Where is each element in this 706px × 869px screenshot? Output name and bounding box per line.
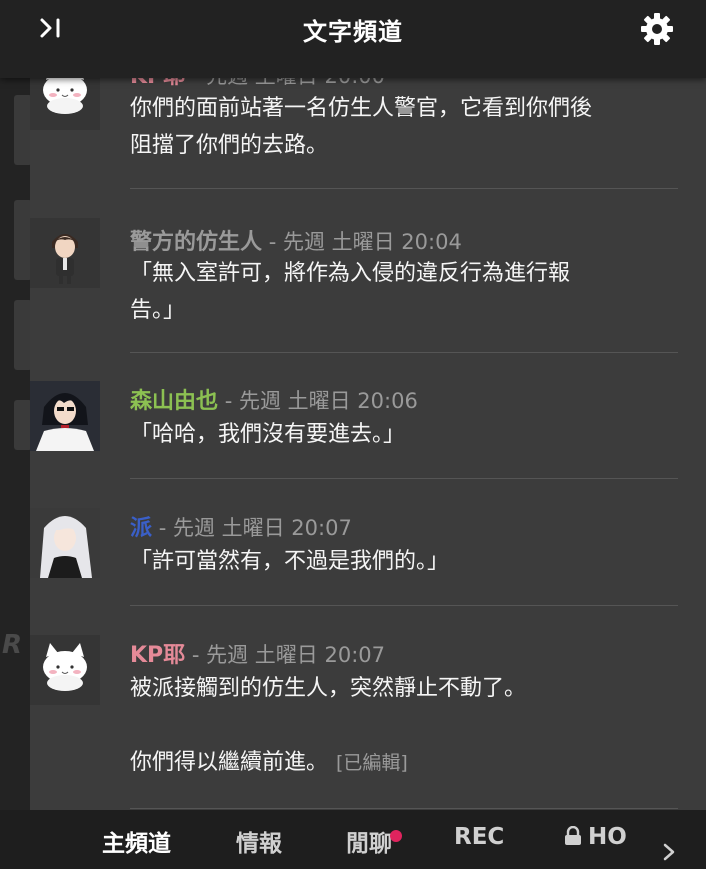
android-officer-avatar-icon [52, 234, 78, 284]
gear-icon [641, 13, 673, 45]
message-line: 阻擋了你們的去路。 [130, 133, 329, 158]
avatar[interactable] [30, 381, 100, 451]
message-line: 告。」 [130, 298, 186, 323]
message-line: 你們的面前站著一名仿生人警官，它看到你們後 [130, 96, 593, 121]
meta-separator: - [218, 389, 239, 413]
chevron-right-icon [663, 843, 675, 861]
meta-separator: - [185, 643, 207, 667]
message-divider [130, 188, 678, 189]
lock-icon [565, 825, 581, 845]
message-meta: 森山由也 - 先週 土曜日 20:06 [130, 383, 418, 415]
message-list[interactable]: KP耶 - 先週 土曜日 20:00 你們的面前站著一名仿生人警官，它看到你們後… [30, 60, 706, 810]
message-divider [130, 808, 678, 809]
timestamp: 先週 土曜日 20:04 [282, 230, 462, 254]
tab-main-channel[interactable]: 主頻道 [102, 824, 171, 858]
tab-info[interactable]: 情報 [236, 824, 282, 858]
tab-rec[interactable]: REC [454, 824, 504, 850]
background-watermark: R [2, 630, 23, 660]
white-cat-avatar-icon [43, 643, 87, 691]
channel-header: 文字頻道 [0, 0, 706, 78]
message-divider [130, 478, 678, 479]
channel-tab-bar: 主頻道 情報 閒聊 REC HO [0, 810, 706, 869]
meta-separator: - [262, 230, 283, 254]
message-line: 你們得以繼續前進。 [130, 750, 329, 775]
message-meta: 派 - 先週 土曜日 20:07 [130, 510, 352, 542]
author-name[interactable]: KP耶 [130, 643, 185, 668]
avatar[interactable] [30, 508, 100, 578]
page-title: 文字頻道 [303, 18, 403, 46]
edited-marker: [已編輯] [336, 752, 408, 774]
message-body: 「許可當然有，不過是我們的。」 [130, 543, 676, 580]
avatar[interactable] [30, 635, 100, 705]
timestamp: 先週 土曜日 20:07 [206, 643, 385, 667]
message-body: 「哈哈，我們沒有要進去。」 [130, 416, 676, 453]
message-line-with-edit: 你們得以繼續前進。 [已編輯] [130, 744, 676, 782]
author-name[interactable]: 警方的仿生人 [130, 230, 262, 255]
message-divider [130, 352, 678, 353]
message-line: 「無入室許可，將作為入侵的違反行為進行報 [130, 261, 571, 286]
message-body: 被派接觸到的仿生人，突然靜止不動了。 你們得以繼續前進。 [已編輯] [130, 670, 676, 782]
author-name[interactable]: 派 [130, 516, 152, 541]
message-meta: 警方的仿生人 - 先週 土曜日 20:04 [130, 224, 462, 256]
tab-ho-label: HO [588, 824, 627, 850]
more-tabs-button[interactable] [662, 842, 682, 866]
white-hair-avatar-icon [30, 508, 100, 578]
author-name[interactable]: 森山由也 [130, 389, 218, 414]
tab-ho[interactable]: HO [564, 824, 634, 850]
meta-separator: - [152, 516, 173, 540]
avatar[interactable] [30, 218, 100, 288]
message-line: 被派接觸到的仿生人，突然靜止不動了。 [130, 676, 527, 701]
tab-chat[interactable]: 閒聊 [346, 824, 392, 858]
unread-badge [390, 830, 402, 842]
settings-button[interactable] [638, 10, 676, 48]
message-line: 「許可當然有，不過是我們的。」 [130, 549, 450, 574]
message-divider [130, 605, 678, 606]
background-app-strip [0, 0, 32, 869]
message-body: 你們的面前站著一名仿生人警官，它看到你們後 阻擋了你們的去路。 [130, 90, 676, 164]
timestamp: 先週 土曜日 20:06 [238, 389, 418, 413]
timestamp: 先週 土曜日 20:07 [172, 516, 352, 540]
message-body: 「無入室許可，將作為入侵的違反行為進行報 告。」 [130, 255, 676, 329]
message-meta: KP耶 - 先週 土曜日 20:07 [130, 637, 385, 669]
message-line: 「哈哈，我們沒有要進去。」 [130, 422, 406, 447]
dark-hair-man-avatar-icon [30, 381, 100, 451]
